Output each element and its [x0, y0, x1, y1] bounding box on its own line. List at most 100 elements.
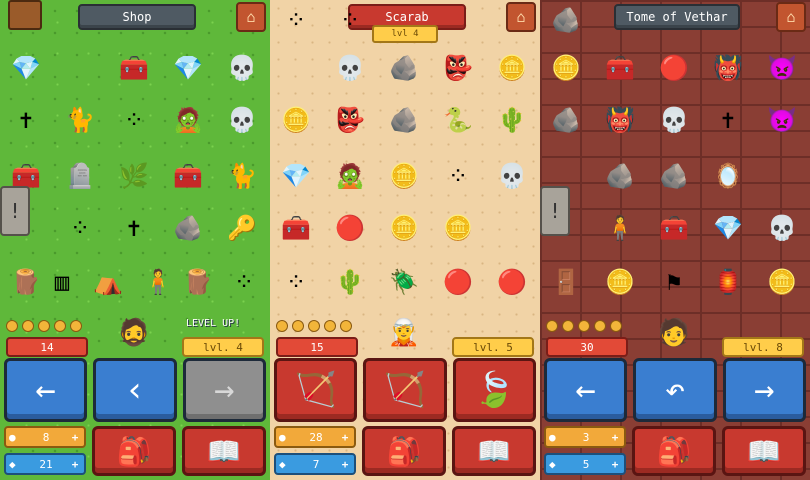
spikes-icon[interactable]: ⁘ [116, 102, 152, 138]
journal-button[interactable]: 📖 [182, 426, 266, 476]
diamond-icon[interactable]: 💎 [8, 50, 44, 86]
add-gem-button[interactable]: + [339, 458, 351, 471]
villager-icon[interactable]: 🧍 [140, 264, 176, 300]
move-right-button[interactable]: → [182, 358, 266, 422]
goblin-icon[interactable]: 👺 [332, 102, 368, 138]
gold-coins-icon[interactable]: 🪙 [278, 102, 314, 138]
bow-attack-button[interactable]: 🏹 [274, 358, 358, 422]
rock-icon[interactable]: 🪨 [386, 102, 422, 138]
rock-icon[interactable]: 🪨 [548, 2, 584, 38]
skeleton-icon[interactable]: 💀 [332, 50, 368, 86]
rock-icon[interactable]: 🪨 [656, 158, 692, 194]
chest-icon[interactable]: 🧰 [278, 210, 314, 246]
add-gold-button[interactable]: + [339, 431, 351, 444]
red-orb-icon[interactable]: 🔴 [494, 264, 530, 300]
rock-icon[interactable]: 🪨 [170, 210, 206, 246]
home-button[interactable]: ⌂ [776, 2, 806, 32]
gold-coins-icon[interactable]: 🪙 [386, 158, 422, 194]
aimed-shot-button[interactable]: 🏹 [363, 358, 447, 422]
diamond-icon[interactable]: 💎 [278, 158, 314, 194]
snake-icon[interactable]: 🐍 [440, 102, 476, 138]
rock-icon[interactable]: 🪨 [548, 102, 584, 138]
gold-coins-icon[interactable]: 🪙 [764, 264, 800, 300]
chest-icon[interactable]: 🧰 [170, 158, 206, 194]
journal-button[interactable]: 📖 [722, 426, 806, 476]
fence-icon[interactable]: ▥ [44, 264, 80, 300]
door-icon[interactable]: 🚪 [548, 264, 584, 300]
cactus-icon[interactable]: 🌵 [494, 102, 530, 138]
red-orb-icon[interactable]: 🔴 [656, 50, 692, 86]
chest-icon[interactable]: 🧰 [602, 50, 638, 86]
quest-tab-button[interactable]: ! [0, 186, 30, 236]
log-fence-icon[interactable]: 🪵 [8, 264, 44, 300]
spikes-icon[interactable]: ⁘ [278, 2, 314, 38]
skeleton-icon[interactable]: 💀 [224, 50, 260, 86]
skeleton-icon[interactable]: 💀 [494, 158, 530, 194]
skeleton-icon[interactable]: 💀 [764, 210, 800, 246]
home-button[interactable]: ⌂ [506, 2, 536, 32]
zombie-icon[interactable]: 🧟 [332, 158, 368, 194]
inventory-button[interactable]: 🎒 [92, 426, 176, 476]
move-left-button[interactable]: ← [4, 358, 88, 422]
gold-counter[interactable]: ● 28 + [274, 426, 356, 448]
journal-button[interactable]: 📖 [452, 426, 536, 476]
gravestone-icon[interactable]: ✝ [710, 102, 746, 138]
cat-icon[interactable]: 🐈 [224, 158, 260, 194]
inventory-button[interactable]: 🎒 [362, 426, 446, 476]
grab-button[interactable]: ↶ [633, 358, 717, 422]
add-gold-button[interactable]: + [609, 431, 621, 444]
gold-coins-icon[interactable]: 🪙 [548, 50, 584, 86]
rock-icon[interactable]: 🪨 [386, 50, 422, 86]
spikes-icon[interactable]: ⁘ [440, 158, 476, 194]
mirror-icon[interactable]: 🪞 [710, 158, 746, 194]
gold-coins-icon[interactable]: 🪙 [440, 210, 476, 246]
cactus-icon[interactable]: 🌵 [332, 264, 368, 300]
add-gem-button[interactable]: + [69, 458, 81, 471]
cat-icon[interactable]: 🐈 [62, 102, 98, 138]
gold-coins-icon[interactable]: 🪙 [494, 50, 530, 86]
goblin-icon[interactable]: 👺 [440, 50, 476, 86]
chest-icon[interactable]: 🧰 [656, 210, 692, 246]
gravestone-icon[interactable]: ✝ [8, 102, 44, 138]
scarab-icon[interactable]: 🪲 [386, 264, 422, 300]
chest-icon[interactable]: 🧰 [116, 50, 152, 86]
spikes-icon[interactable]: ⁘ [62, 210, 98, 246]
add-gem-button[interactable]: + [609, 458, 621, 471]
quest-tab-button[interactable]: ! [540, 186, 570, 236]
inventory-button[interactable]: 🎒 [632, 426, 716, 476]
turn-left-button[interactable]: ‹ [93, 358, 177, 422]
add-gold-button[interactable]: + [69, 431, 81, 444]
heal-button[interactable]: 🍃 [452, 358, 536, 422]
tombstone-icon[interactable]: 🪦 [62, 158, 98, 194]
spikes-icon[interactable]: ⁘ [332, 2, 368, 38]
red-orb-icon[interactable]: 🔴 [440, 264, 476, 300]
skeleton-icon[interactable]: 💀 [224, 102, 260, 138]
log-fence-icon[interactable]: 🪵 [180, 264, 216, 300]
villager-icon[interactable]: 🧍 [602, 210, 638, 246]
skeleton-icon[interactable]: 💀 [656, 102, 692, 138]
gold-counter[interactable]: ● 8 + [4, 426, 86, 448]
diamond-icon[interactable]: 💎 [170, 50, 206, 86]
gold-counter[interactable]: ● 3 + [544, 426, 626, 448]
demon-icon[interactable]: 👹 [602, 102, 638, 138]
lantern-icon[interactable]: 🏮 [710, 264, 746, 300]
move-left-button[interactable]: ← [544, 358, 628, 422]
gem-counter[interactable]: ◆ 5 + [544, 453, 626, 475]
plant-icon[interactable]: 🌿 [116, 158, 152, 194]
gem-counter[interactable]: ◆ 21 + [4, 453, 86, 475]
gold-coins-icon[interactable]: 🪙 [386, 210, 422, 246]
merchant-stall-icon[interactable]: ⛺ [90, 264, 126, 300]
spikes-icon[interactable]: ⁘ [226, 264, 262, 300]
key-icon[interactable]: 🔑 [224, 210, 260, 246]
gem-counter[interactable]: ◆ 7 + [274, 453, 356, 475]
mummy-icon[interactable]: 🧟 [170, 102, 206, 138]
banner-icon[interactable]: ⚑ [656, 264, 692, 300]
gold-coins-icon[interactable]: 🪙 [602, 264, 638, 300]
imp-icon[interactable]: 👿 [764, 102, 800, 138]
move-right-button[interactable]: → [722, 358, 806, 422]
spikes-icon[interactable]: ⁘ [278, 264, 314, 300]
red-orb-icon[interactable]: 🔴 [332, 210, 368, 246]
demon-icon[interactable]: 👹 [710, 50, 746, 86]
rock-icon[interactable]: 🪨 [602, 158, 638, 194]
gravestone-icon[interactable]: ✝ [116, 210, 152, 246]
